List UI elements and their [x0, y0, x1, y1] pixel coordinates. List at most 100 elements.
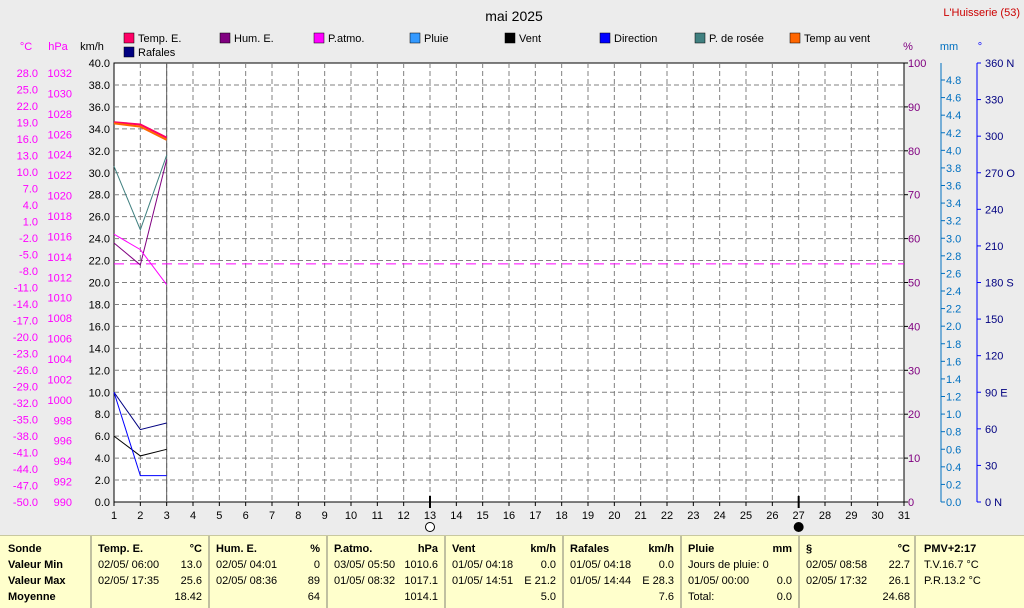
summary-max-val: 0.0: [776, 575, 792, 587]
rain-tick-label: 0.4: [946, 462, 961, 474]
temp-tick-label: 25.0: [17, 85, 38, 97]
rain-tick-label: 3.4: [946, 198, 961, 210]
temp-tick-label: 13.0: [17, 151, 38, 163]
rain-tick-label: 2.8: [946, 251, 961, 263]
summary-max-val: 25.6: [180, 575, 202, 587]
chart-legend: Temp. E. Hum. E. P.atmo. Pluie Vent Direction…: [123, 32, 870, 59]
press-tick-label: 1022: [48, 170, 72, 182]
x-tick-label: 26: [766, 510, 778, 522]
legend-label: P. de rosée: [709, 33, 764, 45]
x-tick-label: 29: [845, 510, 857, 522]
temp-tick-label: -29.0: [13, 382, 38, 394]
temp-tick-label: -41.0: [13, 448, 38, 460]
summary-max-val: 26.1: [888, 575, 910, 587]
press-tick-label: 998: [54, 415, 72, 427]
dir-tick-label: 360 N: [985, 58, 1014, 70]
summary-avg: 0.0: [776, 591, 792, 603]
x-tick-label: 31: [898, 510, 910, 522]
hum-tick-label: 50: [908, 278, 920, 290]
x-tick-label: 10: [345, 510, 357, 522]
hum-tick-label: 30: [908, 365, 920, 377]
press-tick-label: 994: [54, 456, 72, 468]
summary-avg: 24.68: [882, 591, 910, 603]
wind-tick-label: 30.0: [89, 168, 110, 180]
press-tick-label: 1002: [48, 374, 72, 386]
summary-col: Hum. E.% 02/05/ 04:01 0 02/05/ 08:36 89 64: [208, 536, 326, 608]
press-tick-label: 1006: [48, 334, 72, 346]
dir-tick-label: 330: [985, 95, 1003, 107]
row-label-sonde: Sonde: [8, 543, 42, 555]
legend-swatch: [313, 32, 325, 44]
summary-max-date: 02/05/ 08:36: [216, 575, 278, 587]
weather-chart: mai 2025 L'Huisserie (53) Temp. E. Hum. E…: [13, 7, 1020, 532]
legend-swatch: [123, 32, 135, 44]
legend-label: Pluie: [424, 33, 448, 45]
wind-tick-label: 18.0: [89, 299, 110, 311]
wind-tick-label: 20.0: [89, 278, 110, 290]
legend-label: Temp. E.: [138, 33, 181, 45]
press-tick-label: 1030: [48, 88, 72, 100]
summary-min-date: 01/05/ 04:18: [452, 559, 514, 571]
rain-tick-label: 1.0: [946, 409, 961, 421]
summary-title: Vent: [452, 543, 476, 555]
rain-tick-label: 4.0: [946, 145, 961, 157]
temp-tick-label: -17.0: [13, 316, 38, 328]
temp-tick-label: 7.0: [23, 184, 38, 196]
legend-swatch: [599, 32, 611, 44]
hum-tick-label: 90: [908, 102, 920, 114]
hum-tick-label: 10: [908, 453, 920, 465]
x-tick-label: 16: [503, 510, 515, 522]
legend-swatch: [789, 32, 801, 44]
x-tick-label: 6: [243, 510, 249, 522]
dir-tick-label: 210: [985, 241, 1003, 253]
summary-row-labels: Sonde Valeur Min Valeur Max Moyenne: [0, 536, 90, 608]
x-tick-label: 8: [295, 510, 301, 522]
x-tick-label: 2: [137, 510, 143, 522]
x-tick-label: 30: [872, 510, 884, 522]
press-tick-label: 992: [54, 477, 72, 489]
temp-tick-label: -47.0: [13, 481, 38, 493]
press-tick-label: 1000: [48, 395, 72, 407]
row-label-min: Valeur Min: [8, 559, 64, 571]
wind-tick-label: 10.0: [89, 387, 110, 399]
summary-avg: 1014.1: [404, 591, 438, 603]
press-tick-label: 1004: [48, 354, 72, 366]
rain-tick-label: 1.8: [946, 339, 961, 351]
legend-item: Vent: [504, 32, 541, 45]
rain-tick-label: 1.2: [946, 392, 961, 404]
rain-tick-label: 0.0: [946, 497, 961, 509]
rain-tick-label: 1.6: [946, 356, 961, 368]
summary-min-date: Jours de pluie: 0: [688, 559, 769, 571]
summary-max-val: 1017.1: [404, 575, 438, 587]
summary-col: Temp. E. °C 02/05/ 06:00 13.0 02/05/ 17:35 25…: [90, 536, 208, 608]
x-tick-label: 1: [111, 510, 117, 522]
summary-unit: °C: [189, 543, 202, 555]
summary-min-val: 0.0: [658, 559, 674, 571]
wind-tick-label: 8.0: [95, 409, 110, 421]
rain-tick-label: 4.2: [946, 128, 961, 140]
legend-label: Rafales: [138, 47, 176, 59]
hum-tick-label: 70: [908, 190, 920, 202]
press-tick-label: 1032: [48, 68, 72, 80]
wind-tick-label: 24.0: [89, 234, 110, 246]
summary-min-date: 03/05/ 05:50: [334, 559, 396, 571]
legend-swatch: [123, 46, 135, 58]
temp-tick-label: -5.0: [19, 250, 38, 262]
press-tick-label: 1012: [48, 272, 72, 284]
summary-min-date: 02/05/ 08:58: [806, 559, 868, 571]
legend-item: Pluie: [409, 32, 448, 45]
hum-tick-label: 20: [908, 409, 920, 421]
press-tick-label: 1018: [48, 211, 72, 223]
summary-max-val: E 28.3: [642, 575, 674, 587]
summary-avg: 18.42: [174, 591, 202, 603]
row-label-avg: Moyenne: [8, 591, 56, 603]
wind-tick-label: 22.0: [89, 256, 110, 268]
rain-tick-label: 3.2: [946, 216, 961, 228]
x-tick-label: 18: [556, 510, 568, 522]
rain-tick-label: 3.8: [946, 163, 961, 175]
legend-swatch: [409, 32, 421, 44]
hum-unit-label: %: [903, 41, 913, 53]
x-tick-label: 21: [635, 510, 647, 522]
wind-tick-label: 36.0: [89, 102, 110, 114]
wind-tick-label: 38.0: [89, 80, 110, 92]
